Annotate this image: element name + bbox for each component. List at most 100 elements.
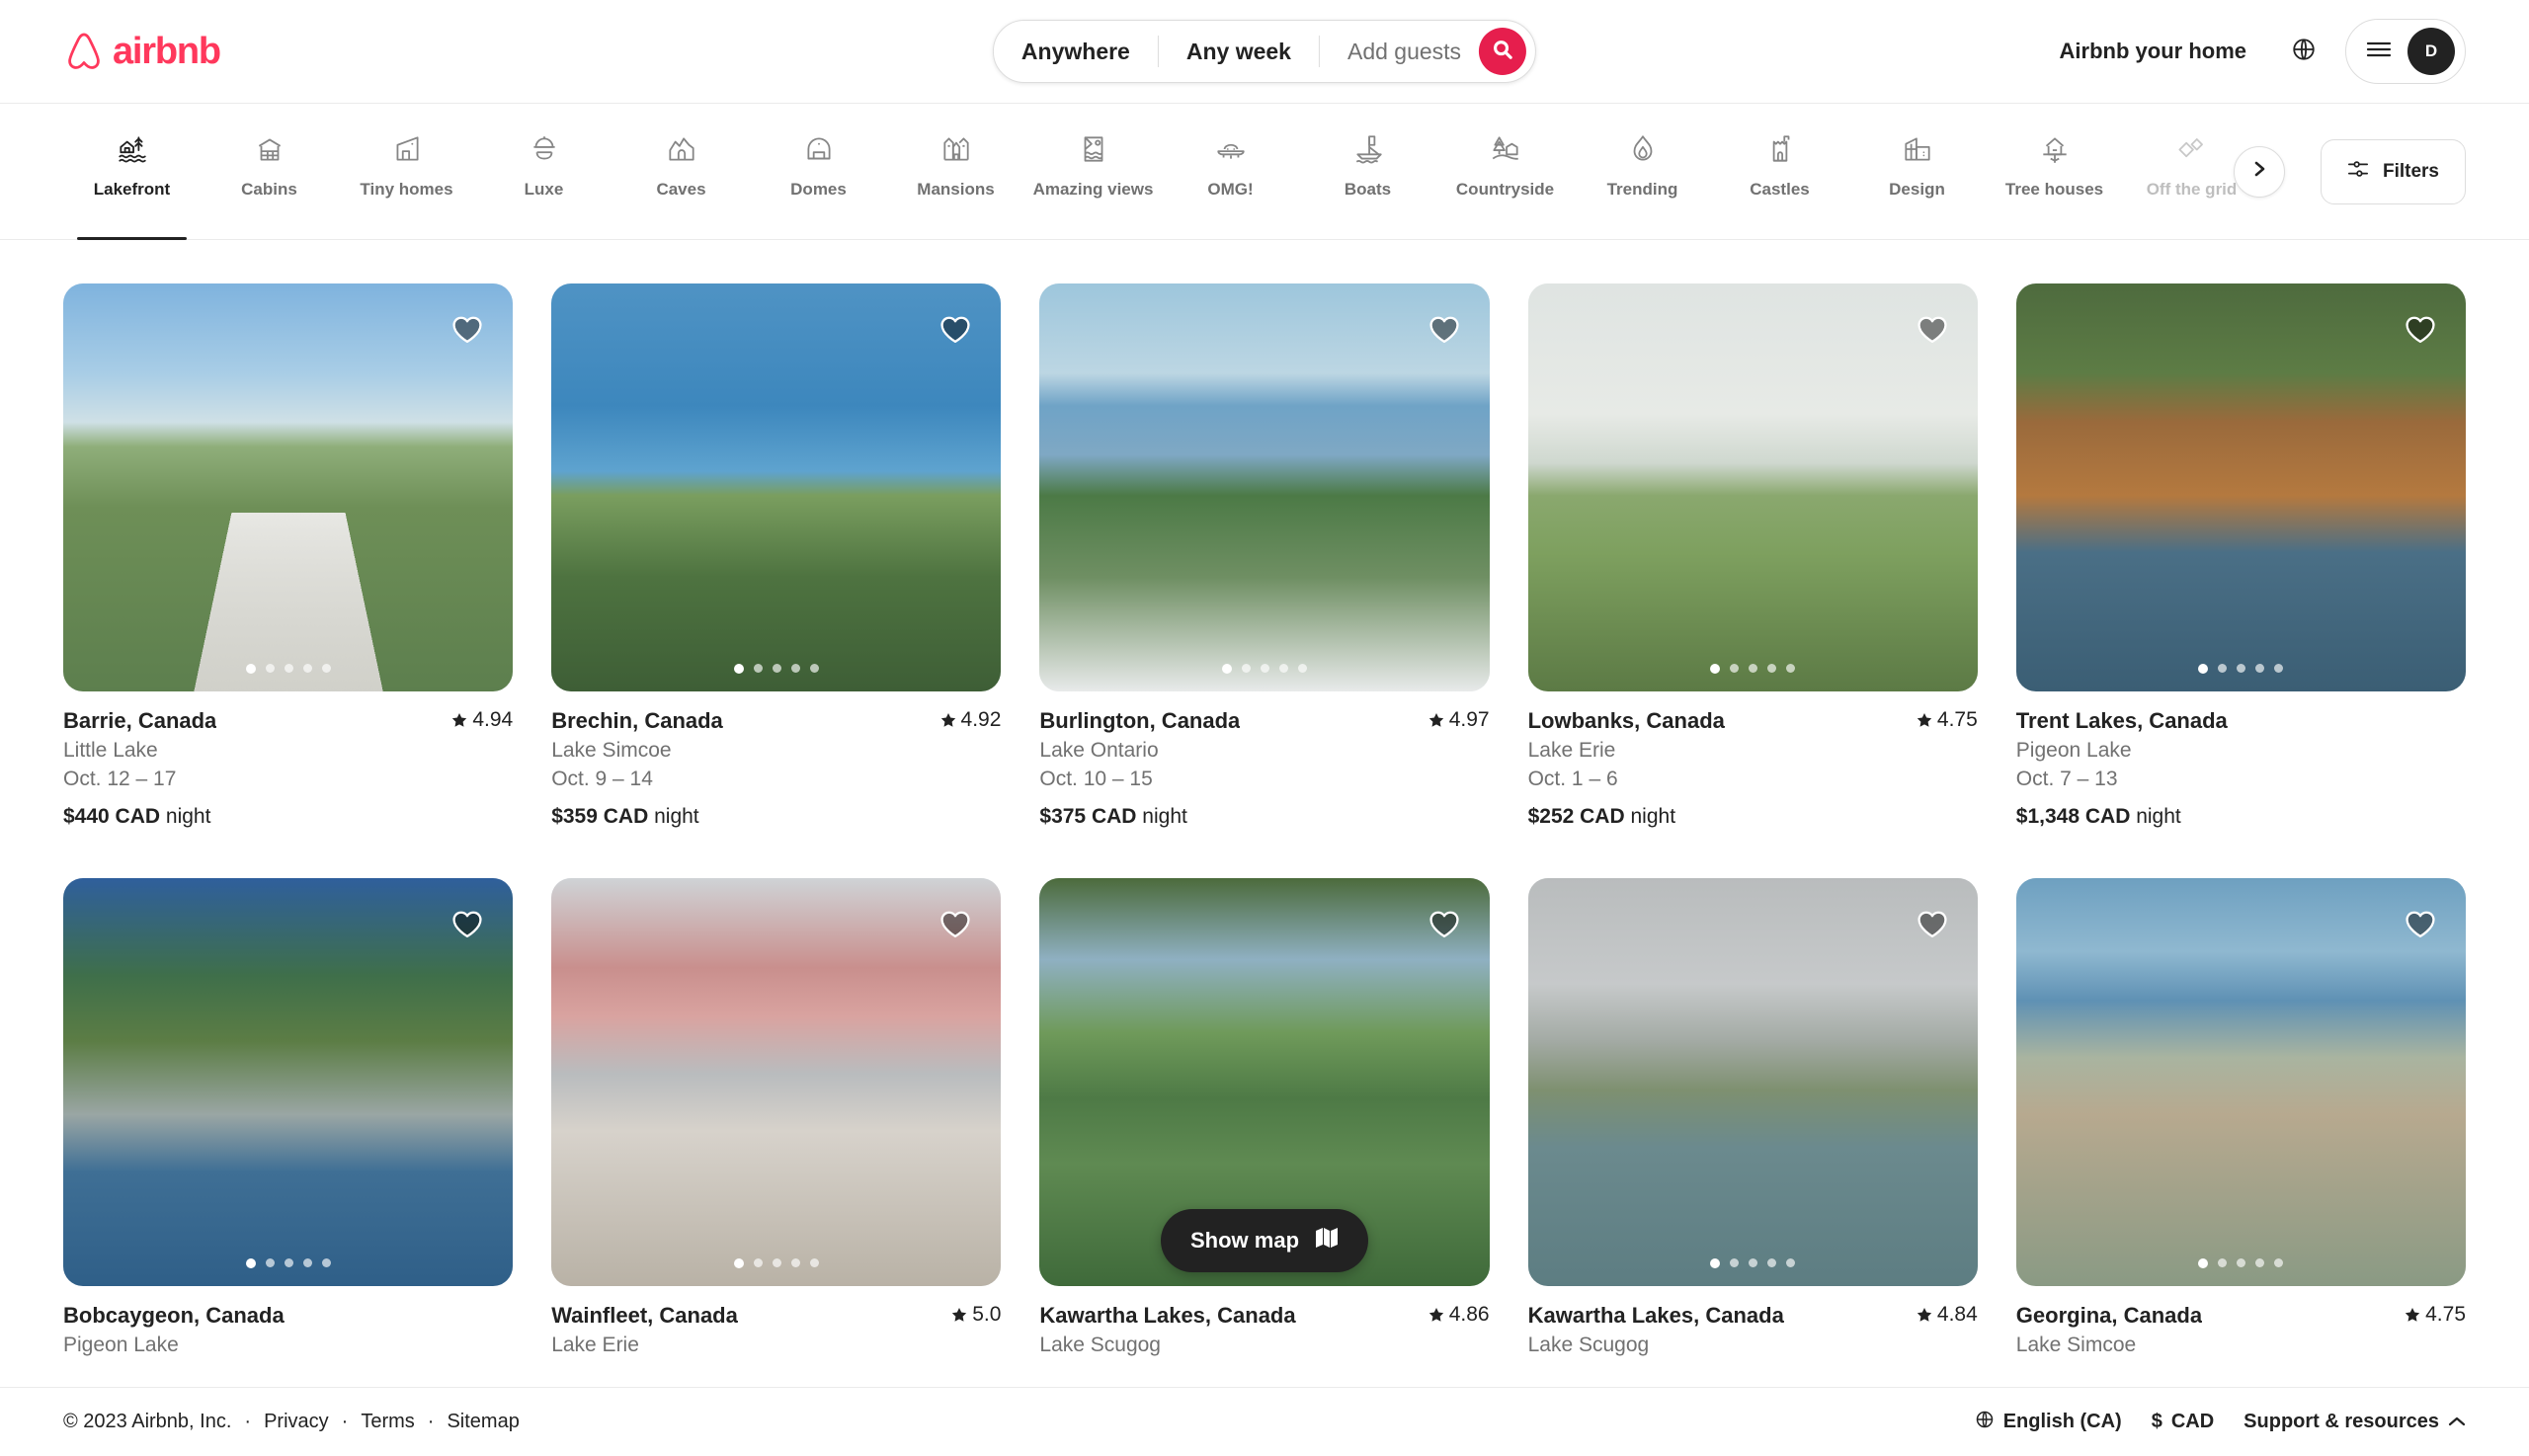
carousel-dot[interactable]: [2198, 664, 2209, 674]
carousel-dot[interactable]: [2274, 1258, 2284, 1267]
listing-card[interactable]: Bobcaygeon, Canada Pigeon Lake: [63, 878, 514, 1357]
filters-button[interactable]: Filters: [2320, 138, 2466, 204]
save-heart-icon[interactable]: [2401, 309, 2440, 349]
footer-link-terms[interactable]: Terms: [361, 1411, 414, 1433]
carousel-dot[interactable]: [265, 664, 275, 673]
listing-card[interactable]: Kawartha Lakes, Canada 4.86 Lake Scugog: [1039, 878, 1490, 1357]
category-domes[interactable]: Domes: [750, 104, 887, 240]
category-trending[interactable]: Trending: [1574, 104, 1711, 240]
carousel-dot[interactable]: [1710, 664, 1721, 674]
photo-carousel-dots[interactable]: [733, 1258, 819, 1268]
photo-carousel-dots[interactable]: [2198, 1258, 2284, 1268]
photo-carousel-dots[interactable]: [1221, 664, 1307, 674]
carousel-dot[interactable]: [2274, 664, 2284, 673]
listing-card[interactable]: Burlington, Canada 4.97 Lake Ontario Oct…: [1039, 283, 1490, 829]
listing-photo[interactable]: [63, 878, 514, 1286]
listing-photo[interactable]: [2015, 283, 2466, 691]
carousel-dot[interactable]: [1278, 664, 1288, 673]
carousel-dot[interactable]: [1730, 664, 1740, 673]
carousel-dot[interactable]: [284, 1258, 293, 1267]
carousel-dot[interactable]: [1786, 664, 1796, 673]
carousel-dot[interactable]: [1241, 664, 1251, 673]
carousel-dot[interactable]: [265, 1258, 275, 1267]
carousel-dot[interactable]: [790, 664, 800, 673]
footer-link-privacy[interactable]: Privacy: [264, 1411, 329, 1433]
carousel-dot[interactable]: [772, 664, 781, 673]
category-cabins[interactable]: Cabins: [201, 104, 338, 240]
carousel-dot[interactable]: [245, 664, 256, 674]
carousel-dot[interactable]: [321, 1258, 331, 1267]
category-design[interactable]: Design: [1848, 104, 1986, 240]
airbnb-your-home-link[interactable]: Airbnb your home: [2038, 21, 2268, 82]
photo-carousel-dots[interactable]: [1710, 664, 1796, 674]
footer-link-sitemap[interactable]: Sitemap: [447, 1411, 519, 1433]
photo-carousel-dots[interactable]: [245, 1258, 331, 1268]
carousel-dot[interactable]: [245, 1258, 256, 1268]
carousel-dot[interactable]: [790, 1258, 800, 1267]
carousel-dot[interactable]: [1767, 664, 1777, 673]
save-heart-icon[interactable]: [1913, 309, 1952, 349]
footer-support-button[interactable]: Support & resources: [2243, 1411, 2466, 1433]
category-caves[interactable]: Caves: [612, 104, 750, 240]
carousel-dot[interactable]: [2237, 664, 2246, 673]
listing-card[interactable]: Georgina, Canada 4.75 Lake Simcoe: [2015, 878, 2466, 1357]
carousel-dot[interactable]: [284, 664, 293, 673]
carousel-dot[interactable]: [1749, 1258, 1758, 1267]
save-heart-icon[interactable]: [1425, 309, 1464, 349]
listing-photo[interactable]: [1039, 283, 1490, 691]
carousel-dot[interactable]: [2198, 1258, 2209, 1268]
carousel-dot[interactable]: [1260, 664, 1269, 673]
listing-card[interactable]: Wainfleet, Canada 5.0 Lake Erie: [551, 878, 1002, 1357]
category-castles[interactable]: Castles: [1711, 104, 1848, 240]
carousel-dot[interactable]: [2237, 1258, 2246, 1267]
listing-photo[interactable]: [1527, 878, 1978, 1286]
listing-photo[interactable]: [1527, 283, 1978, 691]
photo-carousel-dots[interactable]: [2198, 664, 2284, 674]
carousel-dot[interactable]: [2255, 664, 2265, 673]
carousel-dot[interactable]: [1749, 664, 1758, 673]
carousel-dot[interactable]: [809, 664, 819, 673]
category-boats[interactable]: Boats: [1299, 104, 1436, 240]
save-heart-icon[interactable]: [448, 904, 487, 943]
listing-photo[interactable]: [2015, 878, 2466, 1286]
listing-photo[interactable]: [63, 283, 514, 691]
save-heart-icon[interactable]: [1913, 904, 1952, 943]
listing-card[interactable]: Trent Lakes, Canada Pigeon Lake Oct. 7 –…: [2015, 283, 2466, 829]
category-countryside[interactable]: Countryside: [1436, 104, 1574, 240]
airbnb-logo[interactable]: airbnb: [63, 29, 221, 74]
save-heart-icon[interactable]: [2401, 904, 2440, 943]
show-map-button[interactable]: Show map: [1160, 1209, 1369, 1272]
carousel-dot[interactable]: [1767, 1258, 1777, 1267]
category-mansions[interactable]: Mansions: [887, 104, 1024, 240]
footer-currency-button[interactable]: $ CAD: [2152, 1411, 2214, 1433]
carousel-dot[interactable]: [772, 1258, 781, 1267]
carousel-dot[interactable]: [2218, 1258, 2228, 1267]
carousel-dot[interactable]: [1786, 1258, 1796, 1267]
listing-card[interactable]: Lowbanks, Canada 4.75 Lake Erie Oct. 1 –…: [1527, 283, 1978, 829]
save-heart-icon[interactable]: [1425, 904, 1464, 943]
save-heart-icon[interactable]: [936, 904, 975, 943]
save-heart-icon[interactable]: [448, 309, 487, 349]
profile-menu-button[interactable]: D: [2345, 19, 2466, 84]
language-globe-button[interactable]: [2274, 22, 2333, 81]
save-heart-icon[interactable]: [936, 309, 975, 349]
carousel-dot[interactable]: [733, 1258, 744, 1268]
category-tiny-homes[interactable]: Tiny homes: [338, 104, 475, 240]
search-submit-button[interactable]: [1479, 28, 1527, 75]
carousel-dot[interactable]: [302, 1258, 312, 1267]
carousel-dot[interactable]: [809, 1258, 819, 1267]
category-amazing-views[interactable]: Amazing views: [1024, 104, 1162, 240]
carousel-dot[interactable]: [733, 664, 744, 674]
carousel-dot[interactable]: [1710, 1258, 1721, 1268]
category-lakefront[interactable]: Lakefront: [63, 104, 201, 240]
photo-carousel-dots[interactable]: [1710, 1258, 1796, 1268]
search-where[interactable]: Anywhere: [994, 20, 1158, 83]
carousel-dot[interactable]: [753, 1258, 763, 1267]
carousel-dot[interactable]: [1221, 664, 1232, 674]
search-guests[interactable]: Add guests: [1320, 20, 1479, 83]
category-tree-houses[interactable]: Tree houses: [1986, 104, 2123, 240]
listing-card[interactable]: Barrie, Canada 4.94 Little Lake Oct. 12 …: [63, 283, 514, 829]
carousel-dot[interactable]: [2218, 664, 2228, 673]
listing-card[interactable]: Brechin, Canada 4.92 Lake Simcoe Oct. 9 …: [551, 283, 1002, 829]
category-list[interactable]: Lakefront Cabins Tiny homes Luxe Caves D…: [63, 104, 2257, 240]
